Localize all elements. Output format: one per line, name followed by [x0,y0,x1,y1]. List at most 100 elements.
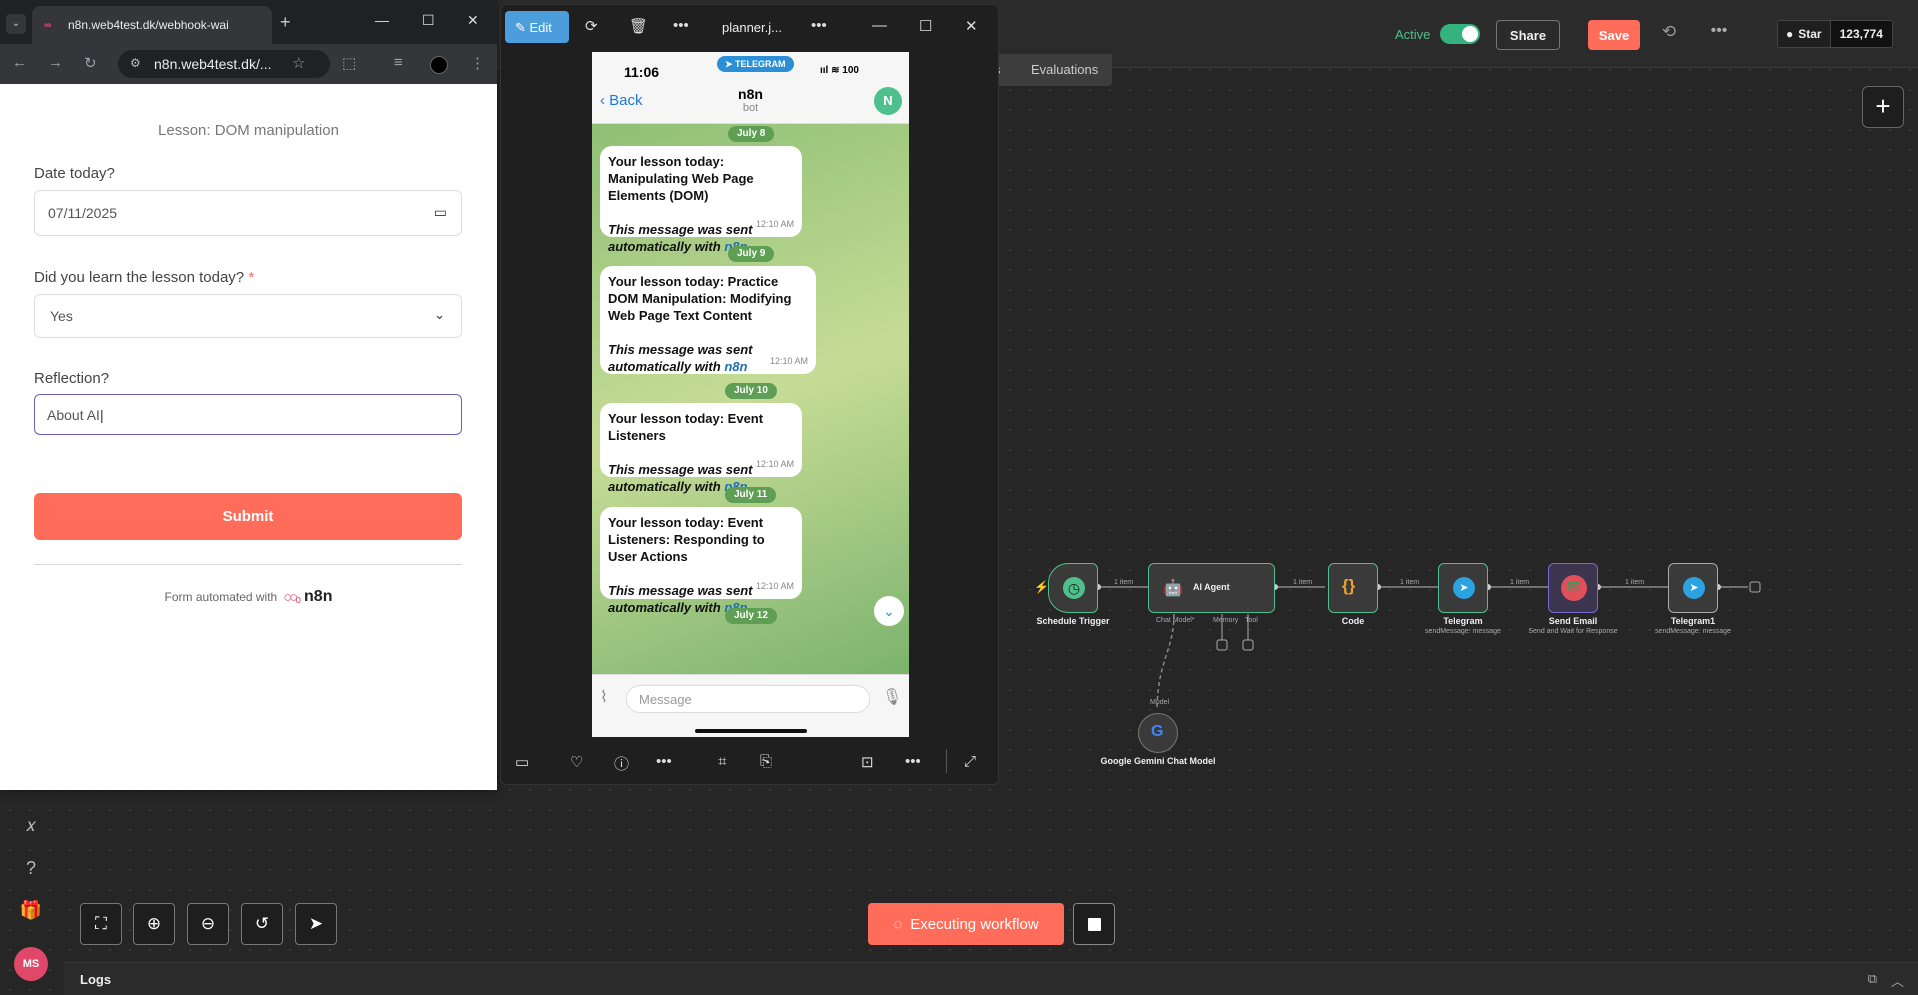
bookmark-star-icon[interactable]: ☆ [292,54,305,72]
workflow-node-send-email[interactable]: ✉ [1548,563,1598,613]
new-tab-icon[interactable]: + [280,12,291,33]
minimize-icon[interactable]: — [872,17,887,34]
history-icon[interactable]: ⟲ [1658,22,1680,44]
connection-label: 1 item [1625,579,1645,586]
more-icon[interactable]: ••• [673,17,689,34]
more-icon[interactable]: ••• [811,17,827,34]
node-sub-send-email: Send and Wait for Response [1528,628,1618,635]
tab-evaluations[interactable]: Evaluations [1031,62,1098,77]
delete-icon[interactable]: 🗑 [629,17,648,35]
edit-label: Edit [529,20,552,35]
rotate-icon[interactable]: ⟳ [585,17,598,35]
fullscreen-icon[interactable]: ⤢ [964,753,976,770]
workflow-node-schedule-trigger[interactable]: ◷ [1048,563,1098,613]
popout-icon[interactable]: ⧉ [1868,971,1877,990]
zoom-out-button[interactable]: ⊖ [187,903,229,945]
stop-execution-button[interactable] [1073,903,1115,945]
reflection-field[interactable]: About AI| [34,394,462,435]
save-button[interactable]: Save [1588,20,1640,50]
clock-icon: ◷ [1063,577,1085,599]
maximize-icon[interactable]: ☐ [919,17,932,35]
visual-search-icon[interactable]: ⌗ [718,753,726,770]
executing-workflow-button[interactable]: ◌ Executing workflow [868,903,1064,945]
active-toggle[interactable] [1440,24,1481,44]
workflow-node-telegram[interactable]: ➤ [1438,563,1488,613]
learned-label: Did you learn the lesson today? * [34,269,255,286]
message-time: 12:10 AM [755,581,794,591]
connection-label: 1 item [1510,579,1530,586]
editor-tabs: s Evaluations [990,54,1112,86]
n8n-brand: n8n [304,588,333,605]
workflow-node-code[interactable]: {} [1328,563,1378,613]
workflow-node-gemini[interactable]: G [1138,713,1178,753]
chevron-up-icon[interactable]: ︿ [1891,971,1904,990]
maximize-icon[interactable]: ☐ [422,12,435,29]
close-icon[interactable]: ✕ [965,17,978,35]
scroll-down-icon: ⌄ [874,596,904,626]
zoom-in-button[interactable]: ⊕ [133,903,175,945]
extensions-icon[interactable]: ⬚ [342,54,356,72]
workflow-node-telegram1[interactable]: ➤ [1668,563,1718,613]
message-title: Your lesson today: Manipulating Web Page… [608,154,754,203]
zoom-to-fit-button[interactable]: ⛶ [80,903,122,945]
telegram-pill: ➤ TELEGRAM [717,56,794,72]
add-node-button[interactable]: + [1862,86,1904,128]
gift-icon[interactable]: 🎁 [16,895,46,925]
node-sub-telegram1: sendMessage: message [1655,628,1731,635]
media-icon[interactable]: ≡ [394,54,403,71]
help-icon[interactable]: ? [16,853,46,883]
tab-search-icon[interactable]: ⌄ [6,14,26,34]
site-info-icon[interactable]: ⚙ [130,56,141,70]
powered-text: Form automated with [164,590,278,604]
minimize-icon[interactable]: — [375,12,389,28]
more-icon[interactable]: ••• [905,753,921,770]
info-icon[interactable]: ⓘ [614,753,629,774]
profile-icon[interactable] [430,56,448,74]
node-sub-telegram: sendMessage: message [1425,628,1501,635]
telegram-icon: ➤ [1683,577,1705,599]
favorite-icon[interactable]: ♡ [570,753,583,771]
browser-window: ⌄ ∞ n8n.web4test.dk/webhook-wai ✕ + — ☐ … [0,0,497,790]
node-label-code: Code [1341,616,1365,626]
calendar-icon[interactable]: ▭ [434,204,447,221]
date-field[interactable]: 07/11/2025 ▭ [34,190,462,236]
chat-message: Your lesson today: Manipulating Web Page… [600,146,802,254]
avatar[interactable]: MS [14,947,48,981]
variables-icon[interactable]: 𝑥 [16,810,46,840]
forward-icon[interactable]: → [48,54,63,71]
reset-zoom-button[interactable]: ↺ [241,903,283,945]
browser-tab[interactable]: ∞ n8n.web4test.dk/webhook-wai ✕ [32,6,272,44]
submit-button[interactable]: Submit [34,493,462,540]
port-chat-model: Chat Model* [1156,617,1195,624]
attach-icon: ⌇ [600,689,608,706]
github-star[interactable]: ● Star 123,774 [1777,20,1893,48]
back-icon[interactable]: ← [12,54,27,71]
share-button[interactable]: Share [1496,20,1560,50]
telegram-icon: ➤ [1453,577,1475,599]
connection-label: 1 item [1293,579,1313,586]
reload-icon[interactable]: ↻ [84,54,97,72]
screenshot-icon[interactable]: ⊡ [861,753,874,771]
menu-icon[interactable]: ⋮ [470,54,485,72]
more-options-icon[interactable]: ••• [1708,22,1730,44]
text-extract-icon[interactable]: ⎘ [760,753,772,770]
more-icon[interactable]: ••• [656,753,672,770]
braces-icon: {} [1342,576,1356,595]
connection-label: 1 item [1400,579,1420,586]
tidy-up-button[interactable]: ➤ [295,903,337,945]
logs-bar[interactable]: Logs ⧉ ︿ [64,962,1918,995]
battery-level: 100 [842,65,859,76]
github-icon: ● [1786,27,1794,41]
filmstrip-icon[interactable]: ▭ [515,753,529,771]
edit-button[interactable]: ✎ Edit [505,11,569,43]
required-mark: * [248,269,255,286]
close-window-icon[interactable]: ✕ [467,12,479,29]
browser-tab-title: n8n.web4test.dk/webhook-wai [68,18,229,32]
github-star-button[interactable]: ● Star [1778,21,1830,47]
logs-controls: ⧉ ︿ [1868,971,1904,990]
workflow-node-ai-agent[interactable]: 🤖 AI Agent [1148,563,1275,613]
reflection-label: Reflection? [34,370,110,387]
learned-select[interactable]: Yes ⌄ [34,294,462,338]
chat-area: July 8 Your lesson today: Manipulating W… [592,124,909,674]
port-memory: Memory [1213,617,1239,624]
